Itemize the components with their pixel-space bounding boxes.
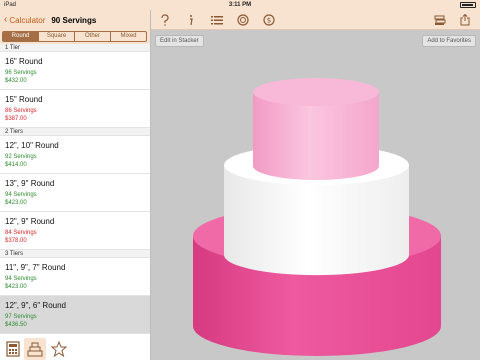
cake-size-label: 11", 9", 7" Round bbox=[5, 263, 66, 272]
list-item[interactable]: 13", 9" Round 94 Servings $423.00 bbox=[0, 174, 150, 212]
servings-label: 92 Servings bbox=[5, 154, 37, 160]
servings-label: 97 Servings bbox=[5, 314, 37, 320]
list-item[interactable]: 12", 9" Round 84 Servings $378.00 bbox=[0, 212, 150, 250]
list-item[interactable]: 12", 10" Round 92 Servings $414.00 bbox=[0, 136, 150, 174]
dollar-icon[interactable]: $ bbox=[263, 14, 275, 26]
toolbar: $ bbox=[151, 10, 480, 30]
cake-size-label: 16" Round bbox=[5, 57, 43, 66]
segment-other[interactable]: Other bbox=[75, 32, 111, 41]
section-header: 2 Tiers bbox=[0, 128, 150, 136]
cake-preview-canvas: Edit in Stacker Add to Favorites bbox=[151, 30, 480, 360]
segment-bar: Round Square Other Mixed bbox=[0, 30, 150, 44]
list-item[interactable]: 12", 9", 6" Round 97 Servings $436.50 bbox=[0, 296, 150, 334]
clock: 3:11 PM bbox=[228, 2, 252, 8]
servings-label: 94 Servings bbox=[5, 192, 37, 198]
servings-label: 86 Servings bbox=[5, 108, 37, 114]
list-icon[interactable] bbox=[211, 14, 223, 26]
layers-icon[interactable] bbox=[434, 14, 446, 26]
list-item[interactable]: 15" Round 86 Servings $387.00 bbox=[0, 90, 150, 128]
info-icon[interactable] bbox=[185, 14, 197, 26]
price-label: $436.50 bbox=[5, 322, 27, 328]
price-label: $414.00 bbox=[5, 162, 27, 168]
help-icon[interactable] bbox=[159, 14, 171, 26]
cake-size-label: 12", 9", 6" Round bbox=[5, 301, 67, 310]
price-label: $387.00 bbox=[5, 116, 27, 122]
cake-size-label: 13", 9" Round bbox=[5, 179, 55, 188]
price-label: $432.00 bbox=[5, 78, 27, 84]
status-bar: iPad 3:11 PM bbox=[0, 0, 480, 10]
chevron-left-icon[interactable]: ‹ bbox=[4, 15, 7, 25]
tab-stacker[interactable] bbox=[24, 338, 46, 360]
cake-size-label: 15" Round bbox=[5, 95, 43, 104]
cake-option-list: 1 Tier 16" Round 96 Servings $432.00 15" Rou… bbox=[0, 44, 150, 338]
list-item[interactable]: 16" Round 96 Servings $432.00 bbox=[0, 52, 150, 90]
coin-icon[interactable] bbox=[237, 14, 249, 26]
section-header: 3 Tiers bbox=[0, 250, 150, 258]
star-icon bbox=[51, 341, 67, 357]
battery-indicator bbox=[460, 2, 476, 8]
back-button[interactable]: Calculator bbox=[9, 16, 45, 25]
segment-mixed[interactable]: Mixed bbox=[111, 32, 146, 41]
share-icon[interactable] bbox=[459, 13, 471, 26]
segment-square[interactable]: Square bbox=[39, 32, 75, 41]
servings-label: 94 Servings bbox=[5, 276, 37, 282]
cake-size-label: 12", 9" Round bbox=[5, 217, 55, 226]
cake-stack-icon bbox=[27, 342, 43, 357]
tab-bar bbox=[0, 338, 150, 360]
sidebar-navbar: ‹ Calculator 90 Servings bbox=[0, 10, 150, 30]
cake-render bbox=[193, 78, 441, 356]
tab-calculator[interactable] bbox=[2, 338, 24, 360]
price-label: $378.00 bbox=[5, 238, 27, 244]
list-item[interactable]: 11", 9", 7" Round 94 Servings $423.00 bbox=[0, 258, 150, 296]
page-title: 90 Servings bbox=[51, 15, 97, 25]
cake-size-label: 12", 10" Round bbox=[5, 141, 59, 150]
calculator-icon bbox=[6, 341, 20, 357]
segment-round[interactable]: Round bbox=[3, 32, 39, 41]
tab-favorites[interactable] bbox=[48, 338, 70, 360]
section-header: 1 Tier bbox=[0, 44, 150, 52]
shape-segmented-control: Round Square Other Mixed bbox=[2, 31, 147, 42]
price-label: $423.00 bbox=[5, 200, 27, 206]
servings-label: 96 Servings bbox=[5, 70, 37, 76]
svg-text:$: $ bbox=[267, 17, 271, 25]
top-tier bbox=[253, 78, 379, 180]
servings-label: 84 Servings bbox=[5, 230, 37, 236]
price-label: $423.00 bbox=[5, 284, 27, 290]
battery-icon bbox=[460, 2, 476, 8]
